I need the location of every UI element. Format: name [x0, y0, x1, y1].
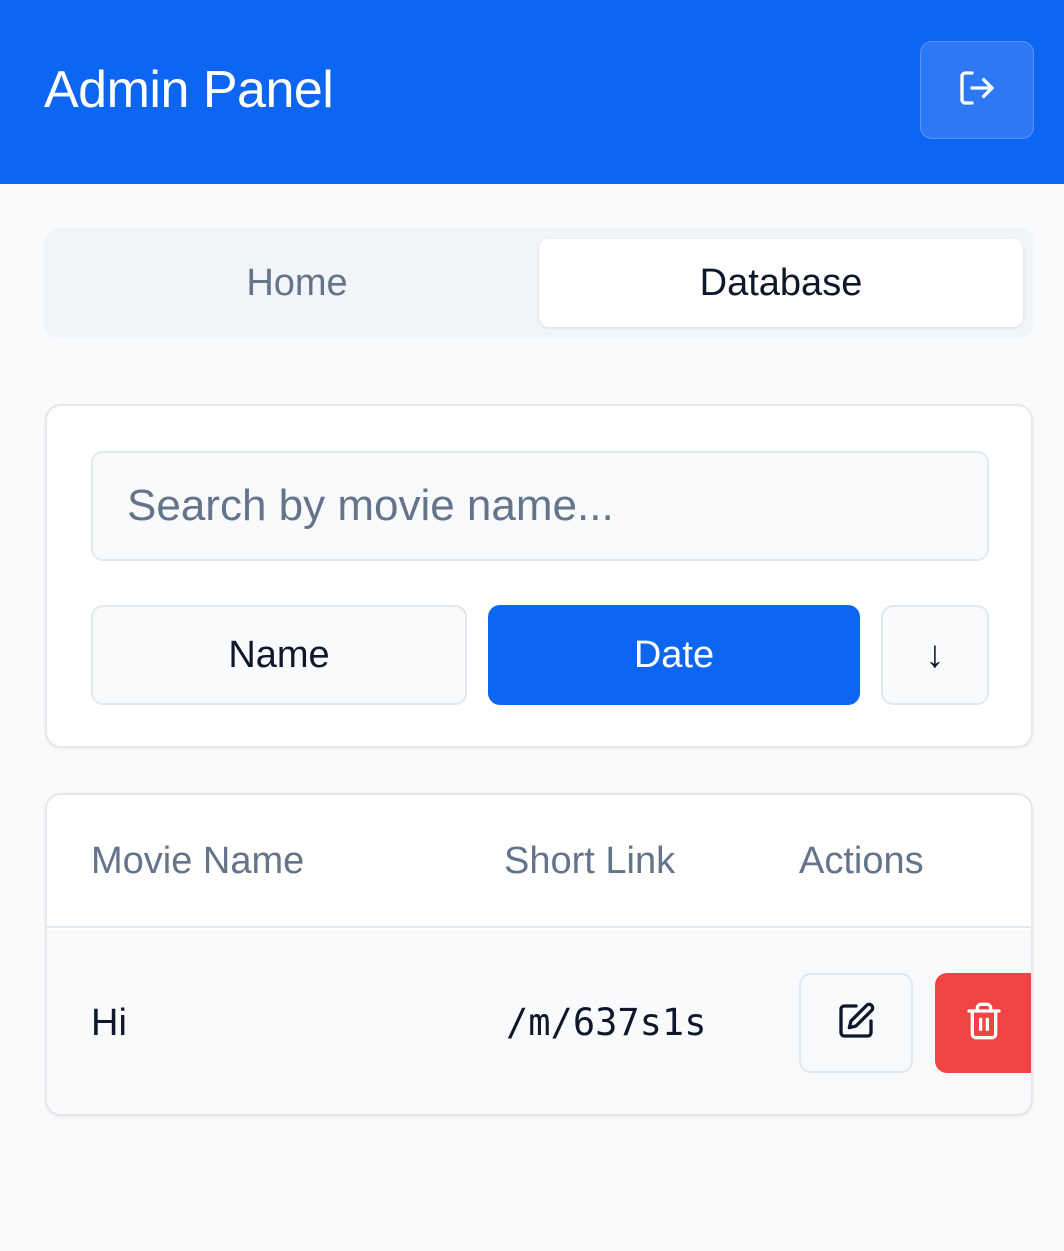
app-header: Admin Panel	[0, 0, 1064, 184]
delete-button[interactable]	[935, 973, 1031, 1073]
page-title: Admin Panel	[44, 61, 334, 119]
tab-database[interactable]: Database	[539, 239, 1023, 327]
tab-home[interactable]: Home	[55, 239, 539, 327]
column-header-movie-name: Movie Name	[91, 840, 305, 882]
movies-table: Movie Name Short Link Actions Hi /m/637s…	[45, 793, 1033, 1116]
sort-direction-button[interactable]: ↓	[881, 605, 989, 705]
movie-name-cell: Hi	[91, 1002, 127, 1044]
sort-by-date-button[interactable]: Date	[488, 605, 860, 705]
log-out-icon	[957, 68, 997, 113]
tab-bar: Home Database	[44, 228, 1034, 338]
table-row: Hi /m/637s1s	[47, 930, 1031, 1114]
column-header-actions: Actions	[799, 840, 924, 882]
logout-button[interactable]	[920, 41, 1034, 139]
edit-icon	[836, 1001, 876, 1046]
trash-icon	[964, 1001, 1020, 1046]
table-header: Movie Name Short Link Actions	[47, 795, 1031, 928]
filter-card: Name Date ↓	[45, 404, 1033, 748]
column-header-short-link: Short Link	[504, 840, 676, 882]
short-link-cell[interactable]: /m/637s1s	[506, 998, 706, 1048]
search-input[interactable]	[91, 451, 989, 561]
arrow-down-icon: ↓	[925, 633, 945, 676]
sort-by-name-button[interactable]: Name	[91, 605, 467, 705]
edit-button[interactable]	[799, 973, 913, 1073]
